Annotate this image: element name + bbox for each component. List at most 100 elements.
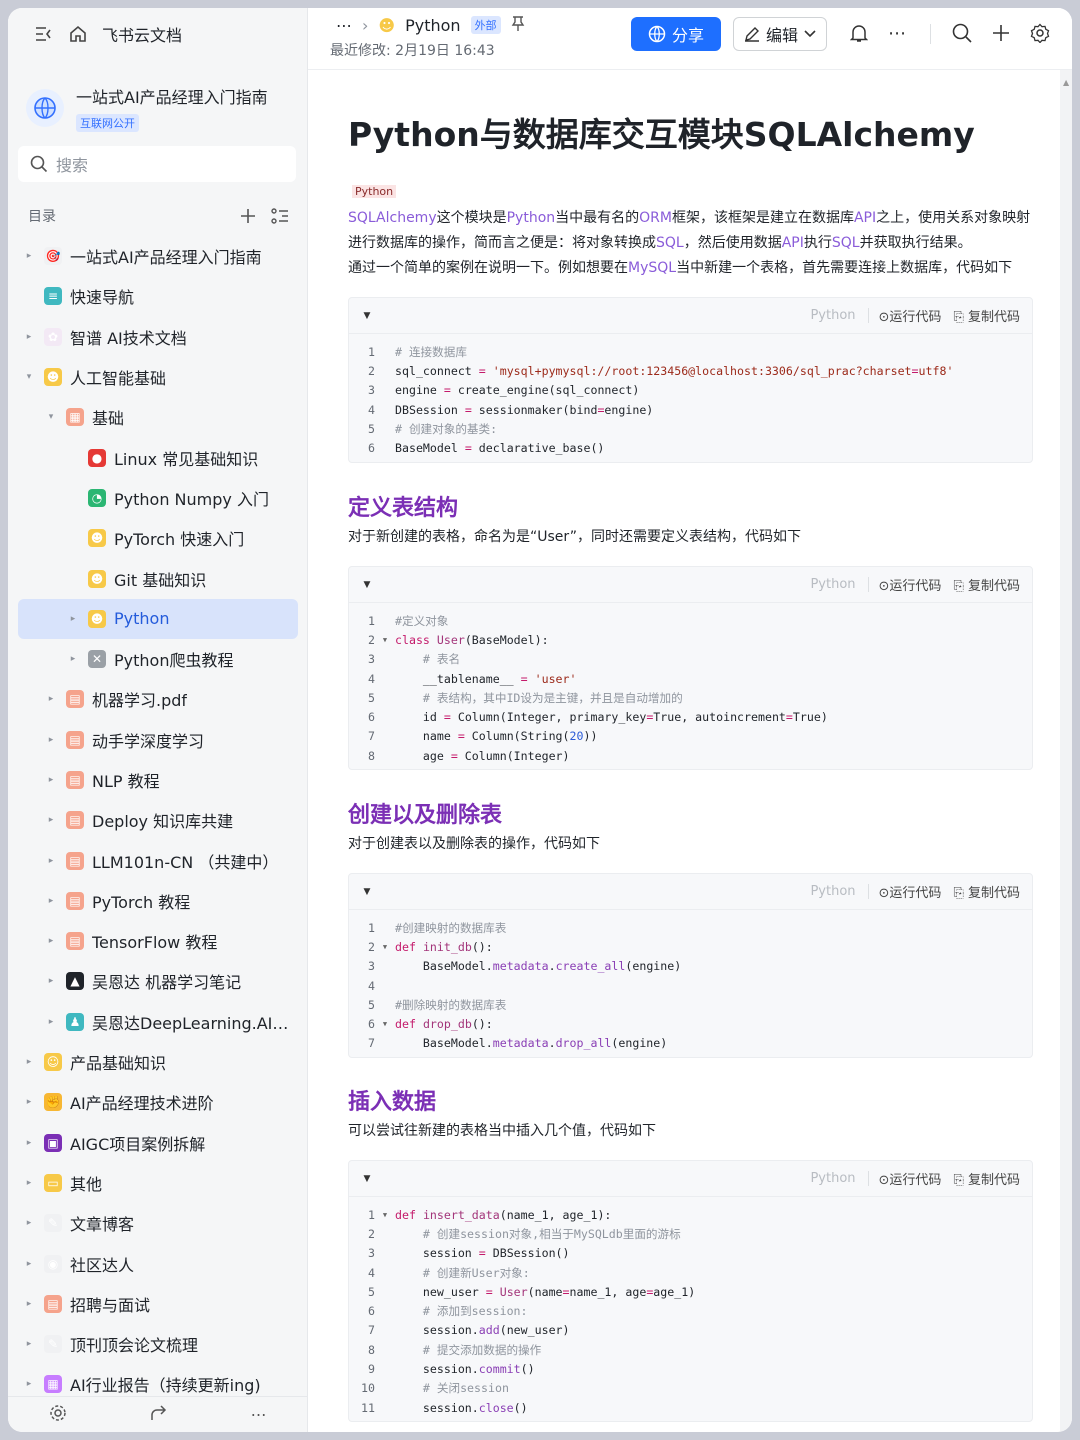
share-button[interactable]: 分享 <box>631 17 721 51</box>
code-block[interactable]: ▼ Python ⊙运行代码 ⎘ 复制代码 1 #创建映射的数据库表 2 ▼ def init_… <box>348 873 1033 1059</box>
caret-right-icon[interactable]: ▸ <box>22 332 36 342</box>
fold-caret-icon[interactable]: ▼ <box>375 943 395 951</box>
code-body[interactable]: 1 #创建映射的数据库表 2 ▼ def init_db(): 3 BaseModel.m… <box>349 910 1032 1057</box>
sidebar-item[interactable]: ▸ ▤ TensorFlow 教程 <box>18 921 298 961</box>
collapse-caret-icon[interactable]: ▼ <box>349 887 385 897</box>
code-block[interactable]: ▼ Python ⊙运行代码 ⎘ 复制代码 1 ▼ def insert_data(name… <box>348 1160 1033 1423</box>
add-icon[interactable] <box>990 22 1012 44</box>
more-dots-icon[interactable]: ⋯ <box>251 1405 267 1424</box>
sidebar-item[interactable]: ▾ ▦ 基础 <box>18 397 298 437</box>
edit-button[interactable]: 编辑 <box>733 17 827 51</box>
bell-icon[interactable] <box>848 22 870 44</box>
copy-code-button[interactable]: ⎘ 复制代码 <box>953 882 1020 901</box>
search-input[interactable]: 搜索 <box>18 146 296 182</box>
sidebar-item[interactable]: ▸ ☺ 产品基础知识 <box>18 1042 298 1082</box>
sidebar-item[interactable]: ▸ 🎯 一站式AI产品经理入门指南 <box>18 236 298 276</box>
caret-right-icon[interactable]: ▸ <box>44 936 58 946</box>
sidebar-item[interactable]: ▸ ▤ Deploy 知识库共建 <box>18 800 298 840</box>
breadcrumb-current[interactable]: Python <box>405 16 460 35</box>
sidebar-item[interactable]: ▸ ✊ AI产品经理技术进阶 <box>18 1082 298 1122</box>
caret-right-icon[interactable]: ▸ <box>44 856 58 866</box>
scrollbar[interactable]: ▲ <box>1060 70 1072 1432</box>
collapse-sidebar-icon[interactable] <box>34 24 54 44</box>
sidebar-item[interactable]: ▸ ▭ 其他 <box>18 1163 298 1203</box>
caret-down-icon[interactable]: ▾ <box>22 372 36 382</box>
run-code-button[interactable]: ⊙运行代码 <box>879 1169 942 1188</box>
caret-right-icon[interactable]: ▸ <box>66 654 80 664</box>
run-code-button[interactable]: ⊙运行代码 <box>879 575 942 594</box>
code-block[interactable]: ▼ Python ⊙运行代码 ⎘ 复制代码 1 # 连接数据库 2 sql_connect =… <box>348 297 1033 463</box>
collapse-caret-icon[interactable]: ▼ <box>349 580 385 590</box>
caret-right-icon[interactable]: ▸ <box>66 614 80 624</box>
caret-right-icon[interactable]: ▸ <box>22 1339 36 1349</box>
caret-right-icon[interactable]: ▸ <box>22 1178 36 1188</box>
sidebar-item[interactable]: ▸ ✿ 智谱 AI技术文档 <box>18 317 298 357</box>
sidebar-item[interactable]: ▸ ▤ NLP 教程 <box>18 760 298 800</box>
more-crumb-icon[interactable]: ⋯ <box>336 16 352 35</box>
sidebar-item[interactable]: ≡ 快速导航 <box>18 276 298 316</box>
settings-gear-icon[interactable] <box>49 1404 67 1426</box>
caret-right-icon[interactable]: ▸ <box>22 1097 36 1107</box>
sidebar-item[interactable]: ▸ ✎ 顶刊顶会论文梳理 <box>18 1324 298 1364</box>
sidebar-item[interactable]: ▸ ▤ 机器学习.pdf <box>18 679 298 719</box>
caret-right-icon[interactable]: ▸ <box>44 735 58 745</box>
copy-code-button[interactable]: ⎘ 复制代码 <box>953 575 1020 594</box>
settings-icon[interactable] <box>1029 22 1051 44</box>
fold-caret-icon[interactable]: ▼ <box>375 1020 395 1028</box>
code-language[interactable]: Python <box>810 1171 869 1186</box>
caret-right-icon[interactable]: ▸ <box>22 1379 36 1389</box>
caret-right-icon[interactable]: ▸ <box>22 1299 36 1309</box>
sidebar-item[interactable]: ● Linux 常见基础知识 <box>18 437 298 477</box>
sidebar-item[interactable]: ☻ Git 基础知识 <box>18 558 298 598</box>
sidebar-item[interactable]: ▸ ▲ 吴恩达 机器学习笔记 <box>18 961 298 1001</box>
code-body[interactable]: 1 #定义对象 2 ▼ class User(BaseModel): 3 # 表名 4 __… <box>349 603 1032 769</box>
sidebar-item[interactable]: ▸ ▤ 招聘与面试 <box>18 1284 298 1324</box>
outline-list-icon[interactable] <box>270 206 290 226</box>
sidebar-item[interactable]: ▸ ◉ 社区达人 <box>18 1243 298 1283</box>
scroll-up-arrow-icon[interactable]: ▲ <box>1063 78 1069 87</box>
caret-right-icon[interactable]: ▸ <box>22 1057 36 1067</box>
sidebar-item[interactable]: ▾ ☻ 人工智能基础 <box>18 357 298 397</box>
fold-caret-icon[interactable]: ▼ <box>375 636 395 644</box>
search-doc-icon[interactable] <box>951 22 973 44</box>
code-language[interactable]: Python <box>810 308 869 323</box>
caret-right-icon[interactable]: ▸ <box>44 694 58 704</box>
sidebar-item[interactable]: ▸ ▤ 动手学深度学习 <box>18 720 298 760</box>
code-block[interactable]: ▼ Python ⊙运行代码 ⎘ 复制代码 1 #定义对象 2 ▼ class User(Bas… <box>348 566 1033 771</box>
sidebar-item[interactable]: ▸ ✎ 文章博客 <box>18 1203 298 1243</box>
wiki-header[interactable]: 一站式AI产品经理入门指南 互联网公开 <box>26 80 296 136</box>
share-arrow-icon[interactable] <box>150 1404 168 1426</box>
more-options-icon[interactable]: ⋯ <box>886 22 908 44</box>
run-code-button[interactable]: ⊙运行代码 <box>879 882 942 901</box>
code-body[interactable]: 1 ▼ def insert_data(name_1, age_1): 2 # 创建s… <box>349 1197 1032 1421</box>
sidebar-item[interactable]: ▸ ▣ AIGC项目案例拆解 <box>18 1123 298 1163</box>
code-language[interactable]: Python <box>810 577 869 592</box>
collapse-caret-icon[interactable]: ▼ <box>349 311 385 321</box>
home-icon[interactable] <box>68 24 88 44</box>
caret-right-icon[interactable]: ▸ <box>44 815 58 825</box>
app-name[interactable]: 飞书云文档 <box>102 22 182 46</box>
caret-down-icon[interactable]: ▾ <box>44 412 58 422</box>
caret-right-icon[interactable]: ▸ <box>44 1017 58 1027</box>
sidebar-item[interactable]: ▸ ▤ LLM101n-CN （共建中） <box>18 840 298 880</box>
pin-icon[interactable] <box>511 15 525 35</box>
caret-right-icon[interactable]: ▸ <box>22 251 36 261</box>
sidebar-item[interactable]: ▸ ▤ PyTorch 教程 <box>18 881 298 921</box>
fold-caret-icon[interactable]: ▼ <box>375 1211 395 1219</box>
copy-code-button[interactable]: ⎘ 复制代码 <box>953 1169 1020 1188</box>
caret-right-icon[interactable]: ▸ <box>22 1259 36 1269</box>
caret-right-icon[interactable]: ▸ <box>22 1138 36 1148</box>
caret-right-icon[interactable]: ▸ <box>22 1218 36 1228</box>
plus-icon[interactable] <box>238 206 258 226</box>
code-language[interactable]: Python <box>810 884 869 899</box>
code-body[interactable]: 1 # 连接数据库 2 sql_connect = 'mysql+pymysql://… <box>349 334 1032 462</box>
caret-right-icon[interactable]: ▸ <box>44 976 58 986</box>
sidebar-item[interactable]: ◔ Python Numpy 入门 <box>18 478 298 518</box>
run-code-button[interactable]: ⊙运行代码 <box>879 306 942 325</box>
copy-code-button[interactable]: ⎘ 复制代码 <box>953 306 1020 325</box>
sidebar-item[interactable]: ▸ ♟ 吴恩达DeepLearning.AI课程笔记 <box>18 1002 298 1042</box>
caret-right-icon[interactable]: ▸ <box>44 896 58 906</box>
sidebar-item[interactable]: ▸ ☻ Python <box>18 598 298 639</box>
sidebar-item[interactable]: ☻ PyTorch 快速入门 <box>18 518 298 558</box>
caret-right-icon[interactable]: ▸ <box>44 775 58 785</box>
